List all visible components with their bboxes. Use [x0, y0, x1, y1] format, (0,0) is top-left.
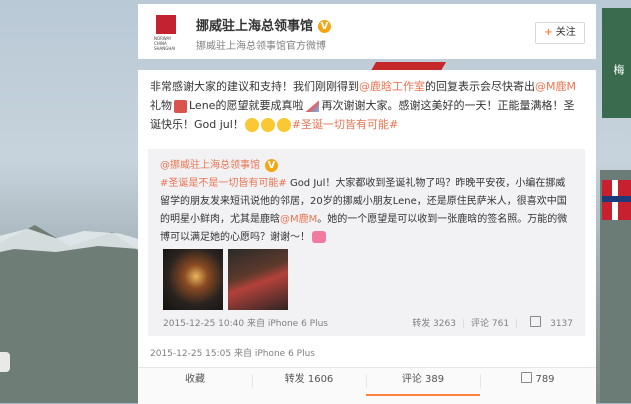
mountain-left: [0, 225, 140, 403]
thumbs-up-icon: [530, 316, 542, 327]
post-text-part: 礼物: [150, 99, 172, 112]
smile-emoji-icon: [244, 118, 259, 132]
smile-emoji-icon: [260, 118, 275, 132]
hashtag-link[interactable]: #圣诞一切皆有可能#: [292, 118, 398, 131]
quoted-author[interactable]: @挪威驻上海总领事馆: [160, 160, 260, 171]
logo-mark: [156, 15, 176, 34]
separator: |: [515, 319, 519, 329]
logo-text: NORWAY CHINA SHANGHAI: [154, 36, 176, 51]
green-banner-right: 梅: [602, 8, 631, 118]
weibo-post-card: 非常感谢大家的建议和支持！我们刚刚得到@鹿晗工作室的回复表示会尽快寄出@M鹿M …: [138, 70, 596, 404]
quoted-like-link[interactable]: 3137: [524, 316, 573, 329]
mention-link[interactable]: @鹿晗工作室: [359, 80, 425, 93]
comment-button[interactable]: 评论 389: [366, 368, 480, 396]
quoted-comment-link[interactable]: 评论 761: [471, 319, 509, 329]
favorite-button[interactable]: 收藏: [138, 368, 252, 404]
flag-cross-horizontal: [602, 196, 631, 202]
smile-emoji-icon: [276, 118, 291, 132]
embassy-logo[interactable]: NORWAY CHINA SHANGHAI: [154, 15, 180, 51]
profile-header: NORWAY CHINA SHANGHAI 挪威驻上海总领事馆 V 挪威驻上海总领…: [138, 4, 596, 59]
action-bar: 收藏 转发 1606 评论 389 789: [138, 367, 596, 404]
like-button[interactable]: 789: [480, 368, 596, 404]
like-count: 789: [535, 374, 555, 385]
photo-christmas-tree[interactable]: [163, 249, 223, 310]
separator: |: [461, 319, 465, 329]
side-tab[interactable]: [0, 352, 10, 372]
hashtag-link[interactable]: #圣诞是不是一切皆有可能#: [160, 178, 287, 189]
quoted-text: @挪威驻上海总领事馆 V #圣诞是不是一切皆有可能# God Jul！大家都收到圣…: [160, 157, 573, 247]
quoted-meta[interactable]: 2015-12-25 10:40 来自 iPhone 6 Plus: [163, 316, 328, 329]
post-text-part: Lene的愿望就要成真啦: [189, 99, 304, 112]
plus-icon: +: [544, 27, 553, 38]
quoted-stats: 转发 3263 | 评论 761 | 3137: [406, 316, 573, 329]
thumbs-up-icon: [521, 372, 533, 383]
profile-name-text[interactable]: 挪威驻上海总领事馆: [196, 19, 313, 34]
gift-emoji-icon: [174, 99, 187, 113]
verified-icon: V: [318, 20, 332, 33]
quoted-post: @挪威驻上海总领事馆 V #圣诞是不是一切皆有可能# God Jul！大家都收到圣…: [148, 149, 585, 336]
follow-label: 关注: [555, 27, 576, 38]
repost-button[interactable]: 转发 1606: [252, 368, 366, 404]
verified-icon: V: [265, 158, 278, 172]
profile-description: 挪威驻上海总领事馆官方微博: [196, 41, 326, 52]
photo-santa-hat[interactable]: [228, 249, 288, 310]
post-meta[interactable]: 2015-12-25 15:05 来自 iPhone 6 Plus: [150, 346, 315, 359]
mention-link[interactable]: @M鹿M: [280, 214, 317, 225]
follow-button[interactable]: + 关注: [535, 22, 585, 44]
post-text: 非常感谢大家的建议和支持！我们刚刚得到@鹿晗工作室的回复表示会尽快寄出@M鹿M …: [150, 77, 583, 134]
profile-name[interactable]: 挪威驻上海总领事馆 V: [196, 15, 332, 34]
post-text-part: 的回复表示会尽快寄出: [425, 80, 535, 93]
party-emoji-icon: [305, 100, 320, 112]
mention-link[interactable]: @M鹿M: [535, 80, 576, 93]
quoted-like-count: 3137: [550, 319, 573, 329]
banner-char: 梅: [612, 64, 625, 75]
quoted-repost-link[interactable]: 转发 3263: [412, 319, 456, 329]
post-text-part: 非常感谢大家的建议和支持！我们刚刚得到: [150, 80, 359, 93]
heart-emoji-icon: [312, 231, 326, 243]
